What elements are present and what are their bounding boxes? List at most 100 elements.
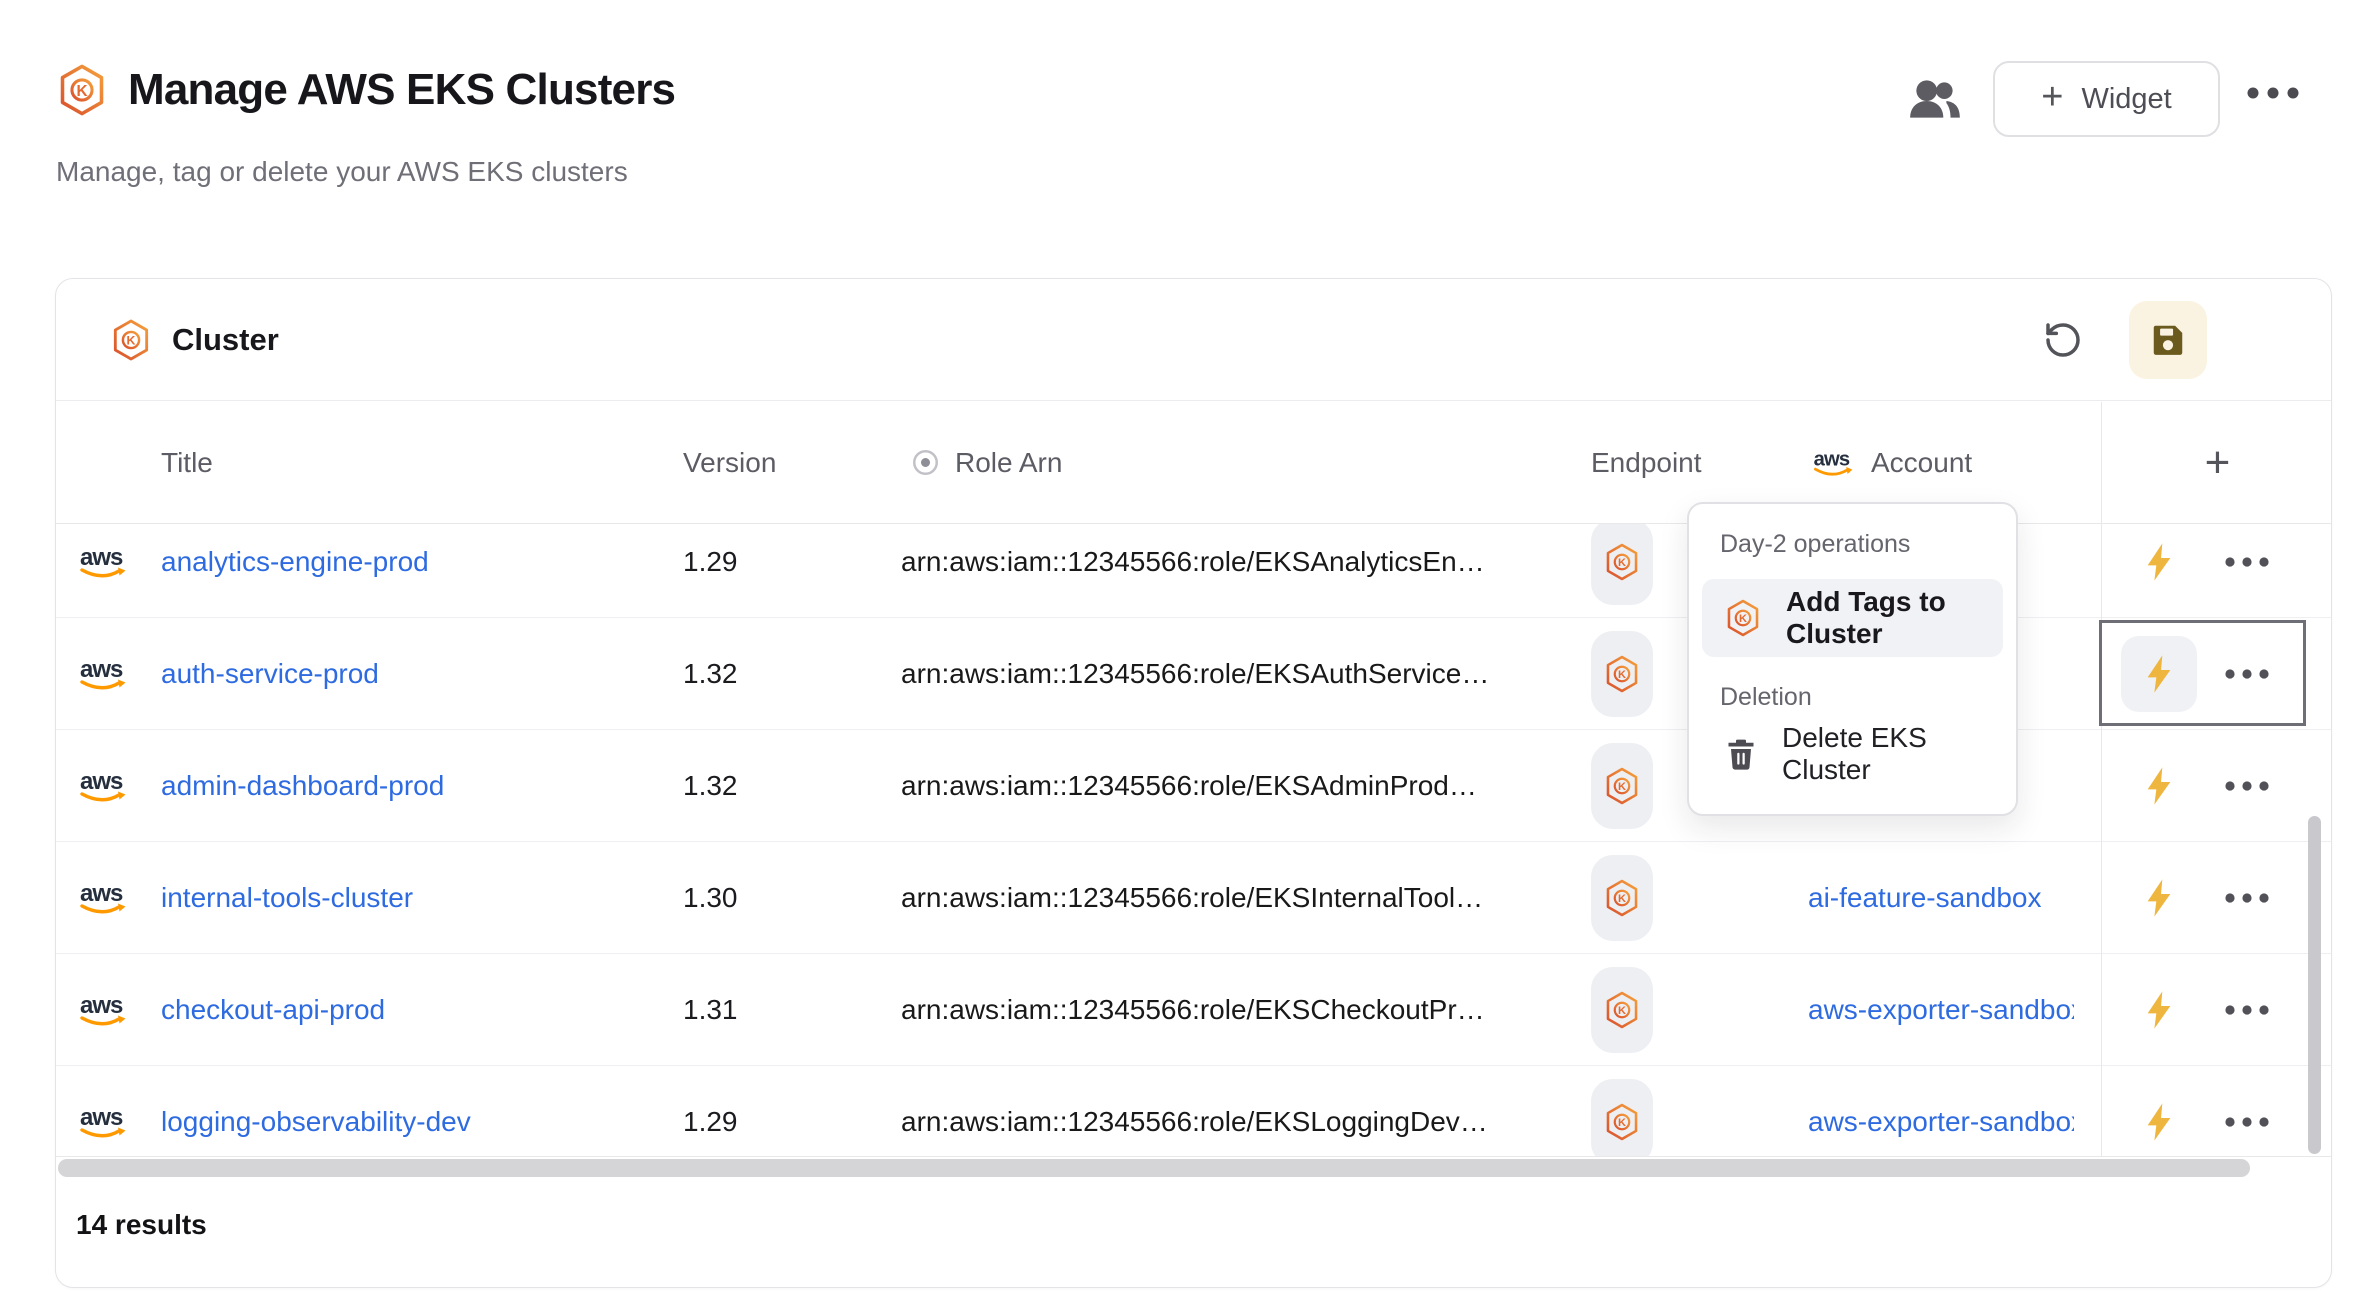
svg-text:aws: aws [80, 544, 123, 571]
save-icon [2149, 321, 2187, 359]
row-context-menu: Day-2 operations K Add Tags to Cluster D… [1687, 502, 2018, 816]
eks-icon: K [1605, 655, 1639, 693]
row-overflow-menu-button[interactable] [2216, 527, 2286, 597]
add-widget-label: Widget [2081, 83, 2171, 116]
svg-text:aws: aws [80, 656, 123, 683]
cluster-version: 1.32 [683, 770, 738, 802]
page-overflow-menu-button[interactable] [2244, 86, 2310, 100]
cluster-version: 1.32 [683, 658, 738, 690]
eks-icon: K [1726, 599, 1760, 637]
actions-column-divider [2101, 402, 2102, 1156]
table-row: aws internal-tools-cluster 1.30 arn:aws:… [56, 842, 2331, 954]
svg-text:aws: aws [1814, 448, 1850, 470]
save-button[interactable] [2129, 301, 2207, 379]
cluster-role-arn: arn:aws:iam::12345566:role/EKSCheckoutPr… [901, 994, 1485, 1026]
cluster-version: 1.29 [683, 546, 738, 578]
aws-logo-icon: aws [78, 544, 128, 580]
account-link[interactable]: ai-feature-sandbox [1808, 882, 2074, 914]
page-title: Manage AWS EKS Clusters [128, 65, 675, 115]
share-users-button[interactable] [1906, 76, 1964, 124]
run-action-button[interactable] [2121, 860, 2197, 936]
add-widget-button[interactable]: + Widget [1993, 61, 2220, 137]
account-link[interactable]: aws-exporter-sandbox [1808, 994, 2074, 1026]
run-action-button[interactable] [2121, 1084, 2197, 1158]
endpoint-chip: K [1591, 967, 1653, 1053]
menu-item-add-tags-label: Add Tags to Cluster [1786, 586, 2003, 650]
plus-icon: + [2041, 78, 2063, 116]
eks-icon: K [1605, 543, 1639, 581]
results-count: 14 results [76, 1209, 207, 1241]
svg-text:aws: aws [80, 992, 123, 1019]
lightning-icon [2143, 1101, 2175, 1143]
widget-title: Cluster [172, 322, 279, 358]
run-action-button[interactable] [2121, 748, 2197, 824]
cluster-title-link[interactable]: analytics-engine-prod [161, 546, 429, 578]
lightning-icon [2143, 877, 2175, 919]
eks-icon: K [1605, 991, 1639, 1029]
run-action-button[interactable] [2121, 972, 2197, 1048]
endpoint-chip: K [1591, 1079, 1653, 1158]
aws-logo-icon: aws [78, 768, 128, 804]
column-header-endpoint: Endpoint [1591, 447, 1702, 479]
lightning-icon [2143, 541, 2175, 583]
add-column-button[interactable]: + [2102, 438, 2333, 488]
cluster-title-link[interactable]: auth-service-prod [161, 658, 379, 690]
column-header-title: Title [161, 447, 213, 479]
eks-icon: K [1605, 879, 1639, 917]
row-overflow-menu-button[interactable] [2216, 1087, 2286, 1157]
eks-icon: K [1605, 767, 1639, 805]
account-link[interactable]: aws-exporter-sandbox [1808, 1106, 2074, 1138]
ellipsis-icon [2244, 86, 2310, 100]
row-overflow-menu-button[interactable] [2216, 975, 2286, 1045]
table-row: aws logging-observability-dev 1.29 arn:a… [56, 1066, 2331, 1157]
eks-icon: K [58, 64, 106, 116]
table-row: aws checkout-api-prod 1.31 arn:aws:iam::… [56, 954, 2331, 1066]
svg-text:aws: aws [80, 768, 123, 795]
cluster-title-link[interactable]: internal-tools-cluster [161, 882, 413, 914]
trash-icon [1726, 737, 1756, 771]
cluster-role-arn: arn:aws:iam::12345566:role/EKSAnalyticsE… [901, 546, 1485, 578]
run-action-button[interactable] [2121, 524, 2197, 600]
aws-logo-icon: aws [78, 880, 128, 916]
aws-logo-icon: aws [1811, 447, 1855, 479]
cluster-title-link[interactable]: logging-observability-dev [161, 1106, 471, 1138]
horizontal-scrollbar[interactable] [58, 1159, 2250, 1177]
page-subtitle: Manage, tag or delete your AWS EKS clust… [56, 156, 628, 188]
row-overflow-menu-button[interactable] [2216, 751, 2286, 821]
aws-logo-icon: aws [78, 992, 128, 1028]
ellipsis-icon [2223, 556, 2279, 568]
endpoint-chip: K [1591, 855, 1653, 941]
vertical-scrollbar[interactable] [2308, 816, 2321, 1154]
row-overflow-menu-button[interactable] [2216, 863, 2286, 933]
svg-text:K: K [1618, 557, 1626, 569]
svg-text:aws: aws [80, 1104, 123, 1131]
eks-icon: K [112, 319, 150, 361]
menu-item-delete-cluster[interactable]: Delete EKS Cluster [1702, 722, 2003, 786]
undo-button[interactable] [2043, 320, 2083, 360]
radio-target-icon [912, 449, 939, 476]
column-header-version: Version [683, 447, 776, 479]
lightning-icon [2143, 765, 2175, 807]
svg-text:K: K [1618, 669, 1626, 681]
cluster-role-arn: arn:aws:iam::12345566:role/EKSAuthServic… [901, 658, 1489, 690]
ellipsis-icon [2223, 780, 2279, 792]
svg-text:K: K [127, 333, 136, 347]
undo-icon [2043, 320, 2083, 360]
aws-logo-icon: aws [78, 656, 128, 692]
aws-logo-icon: aws [78, 1104, 128, 1140]
ellipsis-icon [2223, 1116, 2279, 1128]
cluster-role-arn: arn:aws:iam::12345566:role/EKSLoggingDev… [901, 1106, 1488, 1138]
menu-section-day2-operations: Day-2 operations [1720, 530, 2003, 559]
cluster-title-link[interactable]: admin-dashboard-prod [161, 770, 444, 802]
endpoint-chip: K [1591, 631, 1653, 717]
cluster-title-link[interactable]: checkout-api-prod [161, 994, 385, 1026]
cluster-version: 1.29 [683, 1106, 738, 1138]
svg-text:K: K [1618, 1005, 1626, 1017]
ellipsis-icon [2223, 1004, 2279, 1016]
menu-item-add-tags[interactable]: K Add Tags to Cluster [1702, 579, 2003, 657]
cluster-version: 1.31 [683, 994, 738, 1026]
row-overflow-menu-button[interactable] [2216, 639, 2286, 709]
column-header-account: aws Account [1811, 447, 1972, 479]
cluster-role-arn: arn:aws:iam::12345566:role/EKSAdminProd… [901, 770, 1477, 802]
run-action-button[interactable] [2121, 636, 2197, 712]
